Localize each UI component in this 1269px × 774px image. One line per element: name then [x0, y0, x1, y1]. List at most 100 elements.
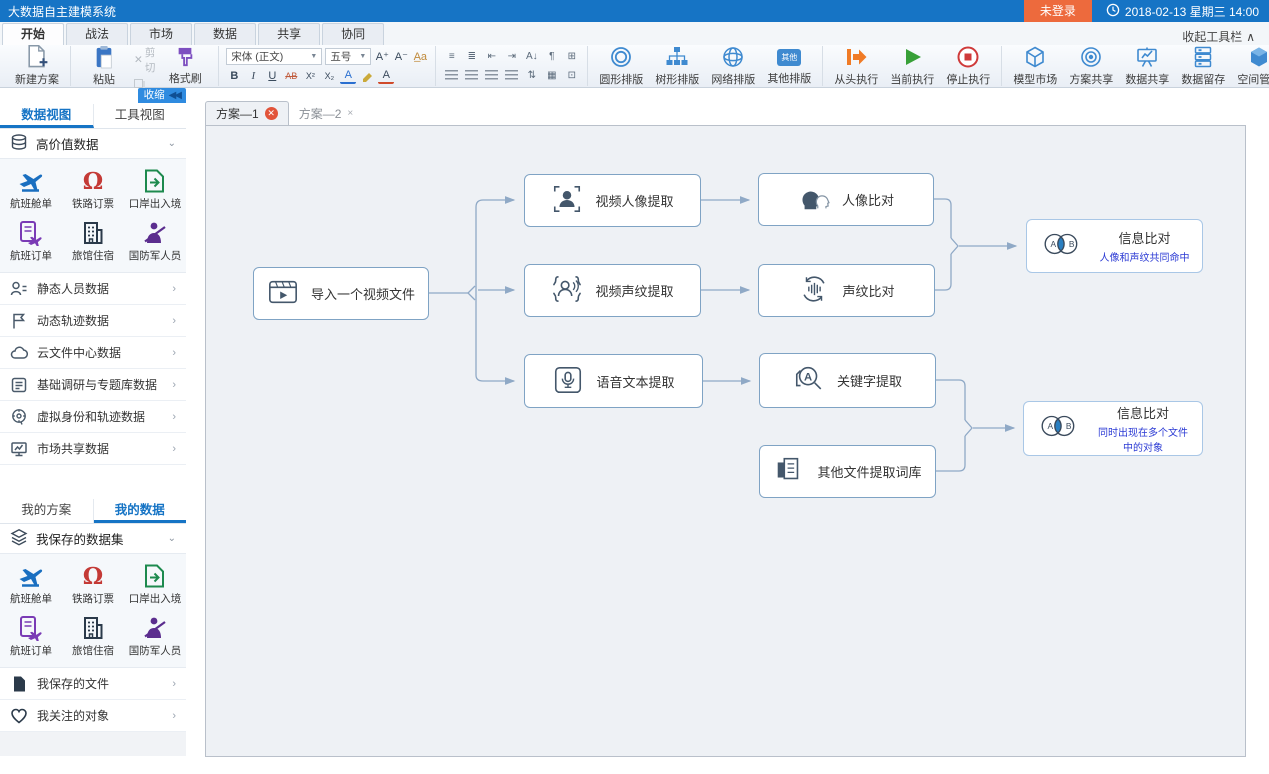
decrease-indent-button[interactable]: ⇤ [483, 49, 500, 65]
tab-tool-view[interactable]: 工具视图 [94, 104, 187, 128]
flow-node-video-face-extract[interactable]: 视频人像提取 [524, 174, 701, 227]
dataset-military-personnel[interactable]: 国防军人员 [124, 611, 186, 663]
model-market-button[interactable]: 模型市场 [1009, 46, 1061, 86]
circular-layout-button[interactable]: 圆形排版 [595, 46, 647, 86]
cut-button-disabled[interactable]: ✕ 剪切 [134, 45, 155, 75]
font-family-select[interactable]: 宋体 (正文) ▼ [226, 48, 322, 65]
dataset-hotel-stay[interactable]: 旅馆住宿 [62, 216, 124, 268]
network-layout-button[interactable]: 网络排版 [707, 46, 759, 86]
dataset-port-entry-exit[interactable]: 口岸出入境 [124, 559, 186, 611]
sidebar-item-survey-thematic-data[interactable]: 基础调研与专题库数据 › [0, 369, 186, 401]
dataset-flight-manifest[interactable]: 航班舱单 [0, 164, 62, 216]
format-painter-button[interactable]: 格式刷 [159, 46, 211, 86]
bold-button[interactable]: B [226, 68, 242, 84]
dataset-flight-order[interactable]: 航班订单 [0, 611, 62, 663]
stop-run-button[interactable]: 停止执行 [942, 46, 994, 86]
hotel-building-icon [80, 615, 106, 641]
align-center-button[interactable] [463, 68, 480, 84]
flow-node-keyword-extract[interactable]: A 关键字提取 [759, 353, 936, 408]
grow-font-button[interactable]: A⁺ [374, 49, 390, 65]
sidebar-item-virtual-identity-data[interactable]: 虚拟身份和轨迹数据 › [0, 401, 186, 433]
flow-node-info-compare-2[interactable]: AB 信息比对 同时出现在多个文件中的对象 [1023, 401, 1203, 456]
tab-tactics[interactable]: 战法 [66, 23, 128, 45]
sidebar-collapse-button[interactable]: 收缩 ◀◀ [138, 88, 186, 103]
borders-button[interactable]: ⊡ [563, 68, 580, 84]
tab-share[interactable]: 共享 [258, 23, 320, 45]
doc-tab-plan1[interactable]: 方案—1 ✕ [205, 101, 289, 125]
flow-node-import-video[interactable]: 导入一个视频文件 [253, 267, 429, 320]
dataset-flight-order[interactable]: 航班订单 [0, 216, 62, 268]
close-tab-icon[interactable]: × [347, 108, 353, 119]
flow-node-voiceprint-compare[interactable]: 声纹比对 [758, 264, 935, 317]
sidebar-item-static-person-data[interactable]: 静态人员数据 › [0, 273, 186, 305]
align-left-button[interactable] [443, 68, 460, 84]
sidebar-item-market-shared-data[interactable]: 市场共享数据 › [0, 433, 186, 465]
dataset-railway-ticket[interactable]: Ω 铁路订票 [62, 164, 124, 216]
collapse-toolbar-button[interactable]: 收起工具栏 ∧ [1182, 28, 1269, 45]
font-color-button[interactable]: A [340, 68, 356, 84]
run-from-start-button[interactable]: 从头执行 [830, 46, 882, 86]
doc-tab-plan2[interactable]: 方案—2 × [289, 101, 364, 125]
dataset-hotel-stay[interactable]: 旅馆住宿 [62, 611, 124, 663]
change-case-button[interactable]: A̲a [412, 49, 428, 65]
copy-button-disabled[interactable] [134, 79, 155, 88]
char-border-button[interactable]: A [378, 68, 394, 84]
sidebar-item-label: 市场共享数据 [37, 440, 109, 457]
flow-node-face-compare[interactable]: 人像比对 [758, 173, 934, 226]
flow-node-video-voiceprint-extract[interactable]: 视频声纹提取 [524, 264, 701, 317]
tab-collab[interactable]: 协同 [322, 23, 384, 45]
venn-diagram-icon: AB [1038, 413, 1080, 444]
tree-layout-button[interactable]: 树形排版 [651, 46, 703, 86]
dataset-port-entry-exit[interactable]: 口岸出入境 [124, 164, 186, 216]
close-tab-icon[interactable]: ✕ [265, 107, 278, 120]
font-size-select[interactable]: 五号 ▼ [325, 48, 371, 65]
justify-button[interactable] [503, 68, 520, 84]
flow-node-other-files-wordlib[interactable]: 其他文件提取词库 [759, 445, 936, 498]
other-layout-button[interactable]: 其他 其他排版 [763, 46, 815, 86]
numbered-list-button[interactable]: ≣ [463, 49, 480, 65]
run-from-start-icon [844, 46, 868, 69]
flow-node-speech-text-extract[interactable]: 语音文本提取 [524, 354, 703, 408]
sidebar-item-cloud-file-data[interactable]: 云文件中心数据 › [0, 337, 186, 369]
data-share-button[interactable]: 数据共享 [1121, 46, 1173, 86]
italic-button[interactable]: I [245, 68, 261, 84]
tab-data[interactable]: 数据 [194, 23, 256, 45]
strikethrough-button[interactable]: AB [283, 68, 299, 84]
shading-button[interactable]: ▦ [543, 68, 560, 84]
flow-canvas[interactable]: 导入一个视频文件 视频人像提取 视频声纹提取 语音文本提取 人像比对 声纹比对 … [205, 125, 1246, 757]
tab-my-data[interactable]: 我的数据 [94, 499, 187, 523]
data-retention-button[interactable]: 数据留存 [1177, 46, 1229, 86]
dataset-railway-ticket[interactable]: Ω 铁路订票 [62, 559, 124, 611]
paragraph-mark-button[interactable]: ¶ [543, 49, 560, 65]
new-plan-button[interactable]: 新建方案 [11, 46, 63, 86]
tab-market[interactable]: 市场 [130, 23, 192, 45]
sidebar-item-my-followed-objects[interactable]: 我关注的对象 › [0, 700, 186, 732]
dataset-military-personnel[interactable]: 国防军人员 [124, 216, 186, 268]
tab-data-view[interactable]: 数据视图 [0, 104, 94, 128]
subscript-button[interactable]: X₂ [321, 68, 337, 84]
table-button[interactable]: ⊞ [563, 49, 580, 65]
increase-indent-button[interactable]: ⇥ [503, 49, 520, 65]
sidebar-item-dynamic-track-data[interactable]: 动态轨迹数据 › [0, 305, 186, 337]
flow-node-label: 声纹比对 [842, 281, 894, 300]
run-current-button[interactable]: 当前执行 [886, 46, 938, 86]
paste-button[interactable]: 粘贴 [78, 46, 130, 86]
plan-share-button[interactable]: 方案共享 [1065, 46, 1117, 86]
underline-button[interactable]: U [264, 68, 280, 84]
tab-my-plans[interactable]: 我的方案 [0, 499, 94, 523]
sort-button[interactable]: A↓ [523, 49, 540, 65]
login-status-badge[interactable]: 未登录 [1024, 0, 1092, 22]
superscript-button[interactable]: X² [302, 68, 318, 84]
flow-node-info-compare-1[interactable]: AB 信息比对 人像和声纹共同命中 [1026, 219, 1203, 273]
tab-home[interactable]: 开始 [2, 23, 64, 45]
align-right-button[interactable] [483, 68, 500, 84]
bullet-list-button[interactable]: ≡ [443, 49, 460, 65]
line-spacing-button[interactable]: ⇅ [523, 68, 540, 84]
sidebar-item-my-saved-files[interactable]: 我保存的文件 › [0, 668, 186, 700]
section-high-value-data[interactable]: 高价值数据 ⌄ [0, 129, 186, 159]
shrink-font-button[interactable]: A⁻ [393, 49, 409, 65]
highlight-button[interactable] [359, 68, 375, 84]
section-saved-datasets[interactable]: 我保存的数据集 ⌄ [0, 524, 186, 554]
space-manage-button[interactable]: 空间管理 [1233, 46, 1269, 86]
dataset-flight-manifest[interactable]: 航班舱单 [0, 559, 62, 611]
